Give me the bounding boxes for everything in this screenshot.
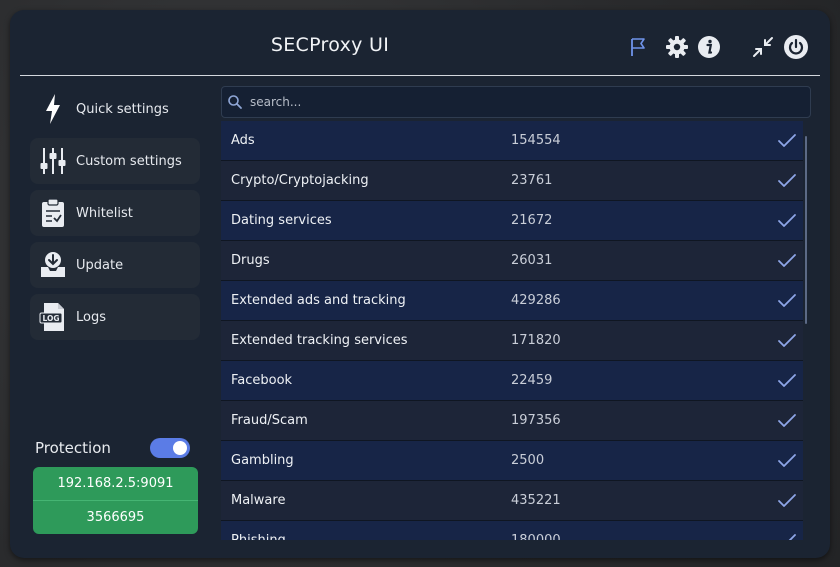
search-input[interactable] (248, 94, 810, 110)
sidebar-item-label: Whitelist (76, 205, 133, 221)
app-window: SECProxy UI Quick settings Custom settin… (10, 10, 830, 558)
checkmark-icon[interactable] (777, 413, 797, 429)
header-divider (20, 75, 820, 76)
info-icon[interactable] (696, 34, 722, 60)
category-count: 429286 (511, 293, 561, 308)
clipboard-check-icon (36, 196, 70, 230)
category-name: Facebook (231, 373, 293, 388)
sidebar-item-label: Quick settings (76, 101, 169, 117)
sidebar-item-whitelist[interactable]: Whitelist (30, 190, 200, 236)
category-name: Extended ads and tracking (231, 293, 406, 308)
category-count: 171820 (511, 333, 561, 348)
checkmark-icon[interactable] (777, 453, 797, 469)
category-count: 2500 (511, 453, 545, 468)
category-name: Gambling (231, 453, 294, 468)
header: SECProxy UI (10, 10, 830, 76)
category-name: Crypto/Cryptojacking (231, 173, 369, 188)
category-name: Drugs (231, 253, 270, 268)
protection-label: Protection (35, 439, 111, 457)
category-count: 23761 (511, 173, 553, 188)
table-row[interactable]: Drugs 26031 (221, 241, 803, 281)
checkmark-icon[interactable] (777, 293, 797, 309)
search-icon (227, 94, 243, 110)
gear-icon[interactable] (664, 34, 690, 60)
blocked-count: 3566695 (86, 510, 145, 525)
sidebar-item-custom-settings[interactable]: Custom settings (30, 138, 200, 184)
category-count: 435221 (511, 493, 561, 508)
scrollbar[interactable] (805, 136, 807, 324)
minimize-icon[interactable] (750, 34, 776, 60)
download-icon (36, 248, 70, 282)
checkmark-icon[interactable] (777, 133, 797, 149)
protection-toggle[interactable] (150, 438, 190, 458)
checkmark-icon[interactable] (777, 213, 797, 229)
search-bar (221, 86, 811, 118)
sliders-icon (36, 144, 70, 178)
table-row[interactable]: Crypto/Cryptojacking 23761 (221, 161, 803, 201)
table-row[interactable]: Fraud/Scam 197356 (221, 401, 803, 441)
category-list: Ads 154554 Crypto/Cryptojacking 23761 Dating… (221, 121, 803, 540)
sidebar-item-quick-settings[interactable]: Quick settings (30, 86, 200, 132)
sidebar-item-label: Update (76, 257, 124, 273)
category-name: Dating services (231, 213, 332, 228)
lightning-icon (36, 92, 70, 126)
flag-icon[interactable] (625, 34, 651, 60)
category-count: 21672 (511, 213, 553, 228)
table-row[interactable]: Extended tracking services 171820 (221, 321, 803, 361)
toggle-knob (173, 441, 187, 455)
sidebar-item-update[interactable]: Update (30, 242, 200, 288)
checkmark-icon[interactable] (777, 533, 797, 540)
table-row[interactable]: Dating services 21672 (221, 201, 803, 241)
sidebar-item-label: Logs (76, 309, 106, 325)
category-count: 22459 (511, 373, 553, 388)
checkmark-icon[interactable] (777, 173, 797, 189)
svg-text:LOG: LOG (42, 314, 59, 323)
proxy-address: 192.168.2.5:9091 (57, 476, 174, 491)
category-name: Extended tracking services (231, 333, 408, 348)
category-count: 180000 (511, 533, 561, 540)
category-name: Fraud/Scam (231, 413, 308, 428)
checkmark-icon[interactable] (777, 253, 797, 269)
table-row[interactable]: Phishing 180000 (221, 521, 803, 540)
category-name: Ads (231, 133, 255, 148)
table-row[interactable]: Ads 154554 (221, 121, 803, 161)
log-file-icon: LOG (36, 300, 70, 334)
checkmark-icon[interactable] (777, 373, 797, 389)
table-row[interactable]: Extended ads and tracking 429286 (221, 281, 803, 321)
sidebar-item-label: Custom settings (76, 153, 182, 169)
table-row[interactable]: Malware 435221 (221, 481, 803, 521)
category-name: Phishing (231, 533, 286, 540)
checkmark-icon[interactable] (777, 333, 797, 349)
category-count: 197356 (511, 413, 561, 428)
table-row[interactable]: Gambling 2500 (221, 441, 803, 481)
app-title: SECProxy UI (270, 34, 390, 56)
status-box: 192.168.2.5:9091 3566695 (33, 467, 198, 534)
sidebar-item-logs[interactable]: LOG Logs (30, 294, 200, 340)
category-name: Malware (231, 493, 286, 508)
category-count: 26031 (511, 253, 553, 268)
checkmark-icon[interactable] (777, 493, 797, 509)
power-icon[interactable] (783, 34, 809, 60)
table-row[interactable]: Facebook 22459 (221, 361, 803, 401)
category-count: 154554 (511, 133, 561, 148)
